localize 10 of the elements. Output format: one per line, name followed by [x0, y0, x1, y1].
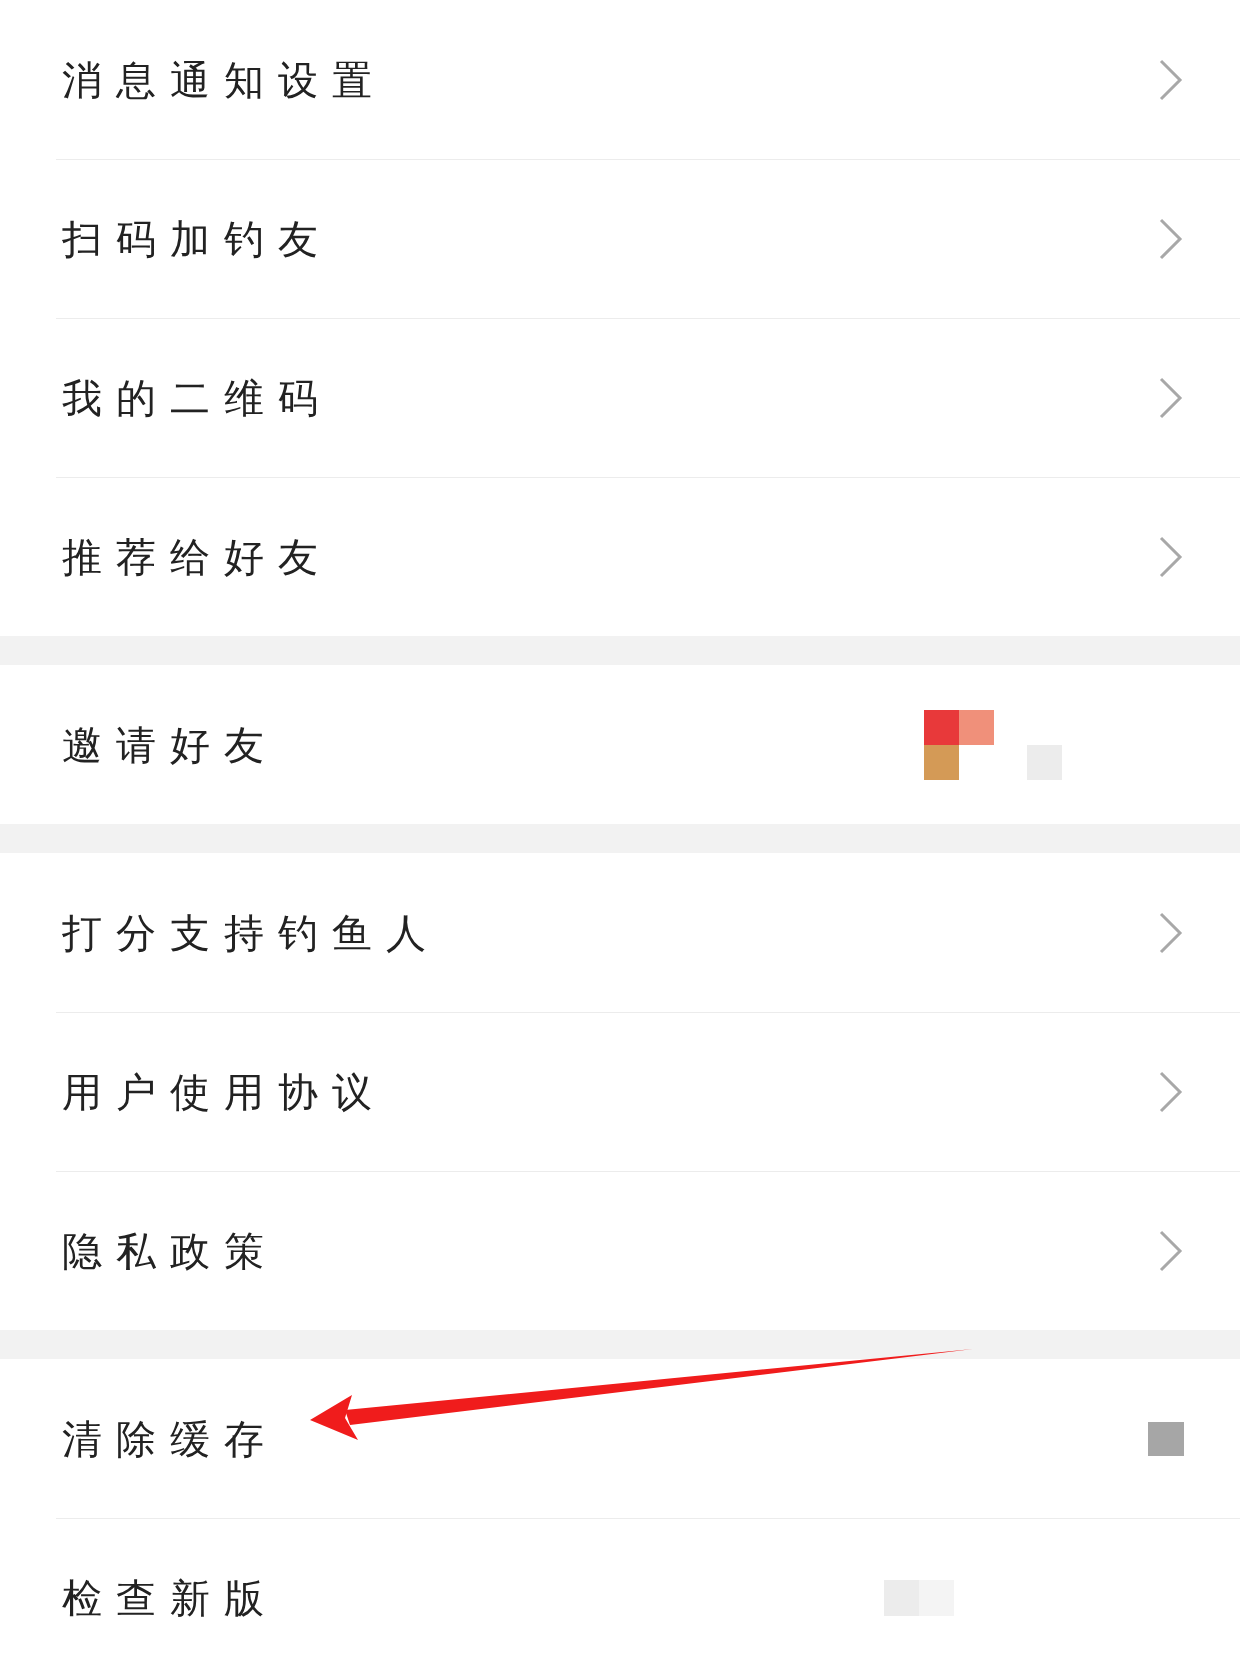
menu-item-label[interactable]: 用户使用协议 — [62, 1061, 1158, 1122]
menu-item-label[interactable]: 我的二维码 — [62, 367, 1158, 428]
menu-item-label[interactable]: 检查新版 — [62, 1567, 884, 1628]
redaction-block — [1148, 1421, 1184, 1456]
menu-item-label[interactable]: 隐私政策 — [62, 1220, 1158, 1281]
menu-item-label[interactable]: 清除缓存 — [62, 1408, 1148, 1469]
menu-item-label[interactable]: 打分支持钓鱼人 — [62, 902, 1158, 963]
menu-item-label[interactable]: 消息通知设置 — [62, 49, 1158, 110]
menu-item-label[interactable]: 推荐给好友 — [62, 526, 1158, 587]
menu-item-label[interactable]: 扫码加钓友 — [62, 208, 1158, 269]
